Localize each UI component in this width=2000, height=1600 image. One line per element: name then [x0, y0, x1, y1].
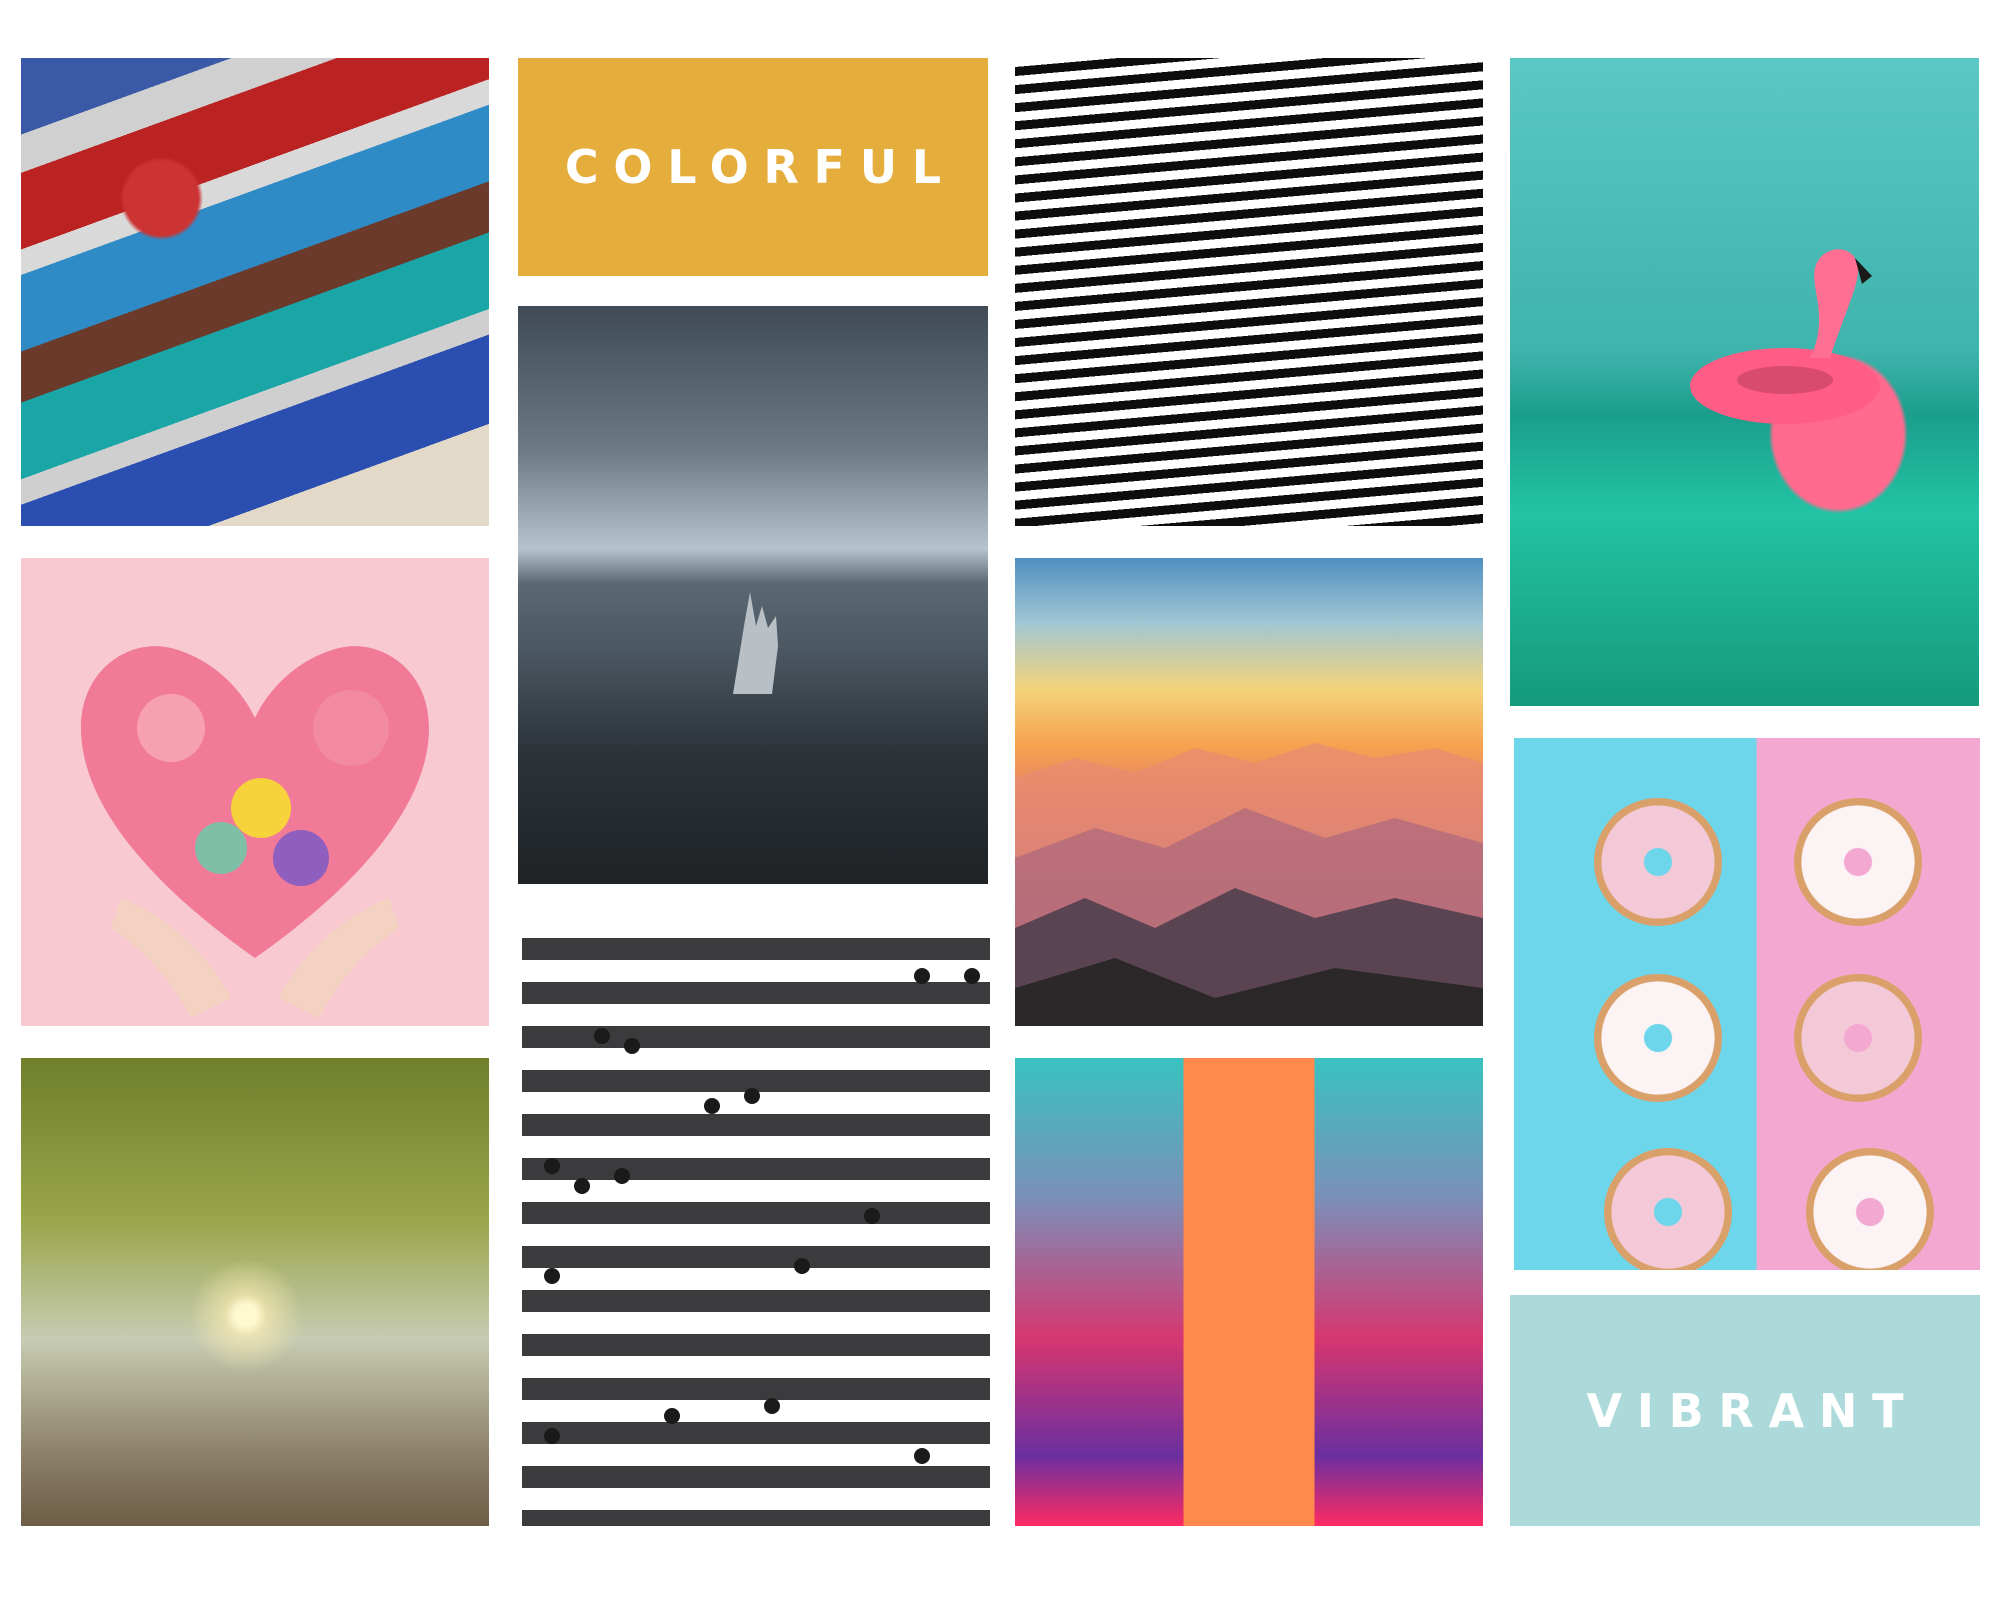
flower-heart-illustration [81, 646, 429, 1018]
wave-pattern-photo [1015, 58, 1483, 526]
colorful-label: COLORFUL [564, 140, 956, 194]
colorful-label-tile: COLORFUL [518, 58, 988, 276]
donut [1594, 798, 1722, 926]
banyan-tree-photo [21, 1058, 489, 1526]
donuts-photo [1514, 738, 1980, 1270]
vibrant-label: VIBRANT [1586, 1383, 1919, 1438]
donut [1794, 798, 1922, 926]
crosswalk-photo [522, 916, 990, 1526]
flamingo-float [1690, 249, 1880, 424]
paintbrushes-photo [21, 58, 489, 526]
hand-silhouette [733, 592, 778, 694]
mountain-ridges [1015, 743, 1483, 1026]
mountain-sunset-photo [1015, 558, 1483, 1026]
flamingo-float-photo [1510, 58, 1979, 706]
hand-in-sea-photo [518, 306, 988, 884]
vibrant-label-tile: VIBRANT [1510, 1295, 1980, 1526]
donut [1604, 1148, 1732, 1270]
donut [1806, 1148, 1934, 1270]
pedestrians [544, 968, 980, 1464]
donut [1794, 974, 1922, 1102]
neon-corridor-photo [1015, 1058, 1483, 1526]
flower-heart-photo [21, 558, 489, 1026]
donut [1594, 974, 1722, 1102]
